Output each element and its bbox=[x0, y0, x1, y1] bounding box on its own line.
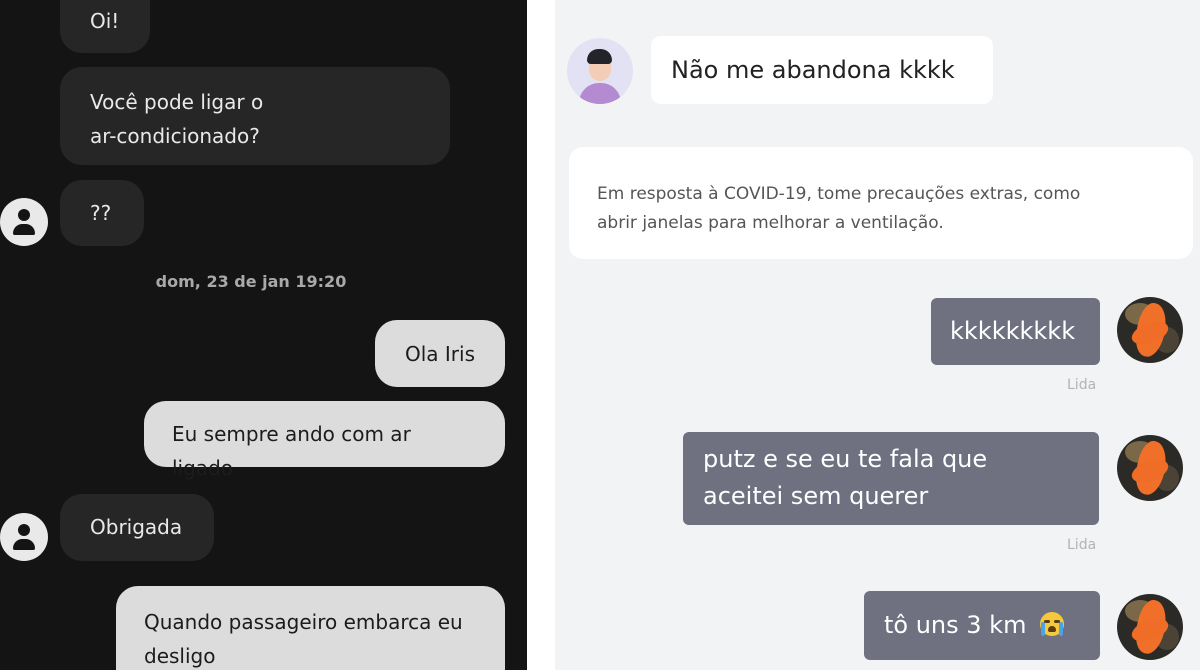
message-text: ?? bbox=[90, 201, 112, 225]
message-bubble-sent: Eu sempre ando com ar ligado bbox=[144, 401, 505, 480]
message-text: aceitei sem querer bbox=[703, 482, 929, 510]
light-chat-panel: Não me abandona kkkk Em resposta à COVID… bbox=[555, 0, 1200, 670]
message-text: Ola Iris bbox=[404, 342, 475, 366]
user-avatar-icon bbox=[0, 198, 48, 246]
notice-text: abrir janelas para melhorar a ventilação… bbox=[597, 213, 944, 233]
message-bubble-received: Você pode ligar o ar-condicionado? bbox=[60, 67, 450, 165]
covid-notice-card: Em resposta à COVID-19, tome precauções … bbox=[569, 147, 1193, 259]
message-text: desligo bbox=[144, 644, 216, 668]
message-text: Eu sempre ando com ar ligado bbox=[172, 422, 411, 480]
sender-avatar-photo bbox=[1117, 435, 1183, 501]
message-bubble-received: Não me abandona kkkk bbox=[651, 36, 993, 104]
notice-text: Em resposta à COVID-19, tome precauções … bbox=[597, 184, 1081, 204]
message-text: kkkkkkkkk bbox=[950, 317, 1076, 345]
message-bubble-sent: Quando passageiro embarca eu desligo bbox=[116, 586, 505, 670]
message-text: Oi! bbox=[90, 9, 120, 33]
message-text: ar-condicionado? bbox=[90, 124, 260, 148]
message-bubble-received: ?? bbox=[60, 180, 144, 246]
read-receipt: Lida bbox=[1067, 537, 1097, 553]
contact-avatar bbox=[567, 38, 633, 104]
message-text: Não me abandona kkkk bbox=[671, 56, 955, 84]
message-bubble-sent: Ola Iris bbox=[375, 320, 505, 387]
message-bubble-sent: tô uns 3 km bbox=[864, 591, 1100, 660]
dark-chat-panel: Oi! Você pode ligar o ar-condicionado? ?… bbox=[0, 0, 527, 670]
message-bubble-sent: putz e se eu te fala que aceitei sem que… bbox=[683, 432, 1099, 525]
collage-divider bbox=[527, 0, 555, 670]
message-bubble-received: Oi! bbox=[60, 0, 150, 53]
message-text: Obrigada bbox=[90, 515, 183, 539]
message-text: tô uns 3 km bbox=[884, 611, 1027, 639]
read-receipt: Lida bbox=[1067, 377, 1097, 393]
sender-avatar-photo bbox=[1117, 594, 1183, 660]
message-text: Você pode ligar o bbox=[90, 90, 264, 114]
message-bubble-sent: kkkkkkkkk bbox=[931, 298, 1100, 365]
message-bubble-received: Obrigada bbox=[60, 494, 214, 561]
chat-timestamp: dom, 23 de jan 19:20 bbox=[155, 272, 347, 291]
loudly-crying-face-icon bbox=[1040, 612, 1065, 636]
sender-avatar-photo bbox=[1117, 297, 1183, 363]
user-avatar-icon bbox=[0, 513, 48, 561]
message-text: Quando passageiro embarca eu bbox=[144, 610, 463, 634]
message-text: putz e se eu te fala que bbox=[703, 445, 988, 473]
